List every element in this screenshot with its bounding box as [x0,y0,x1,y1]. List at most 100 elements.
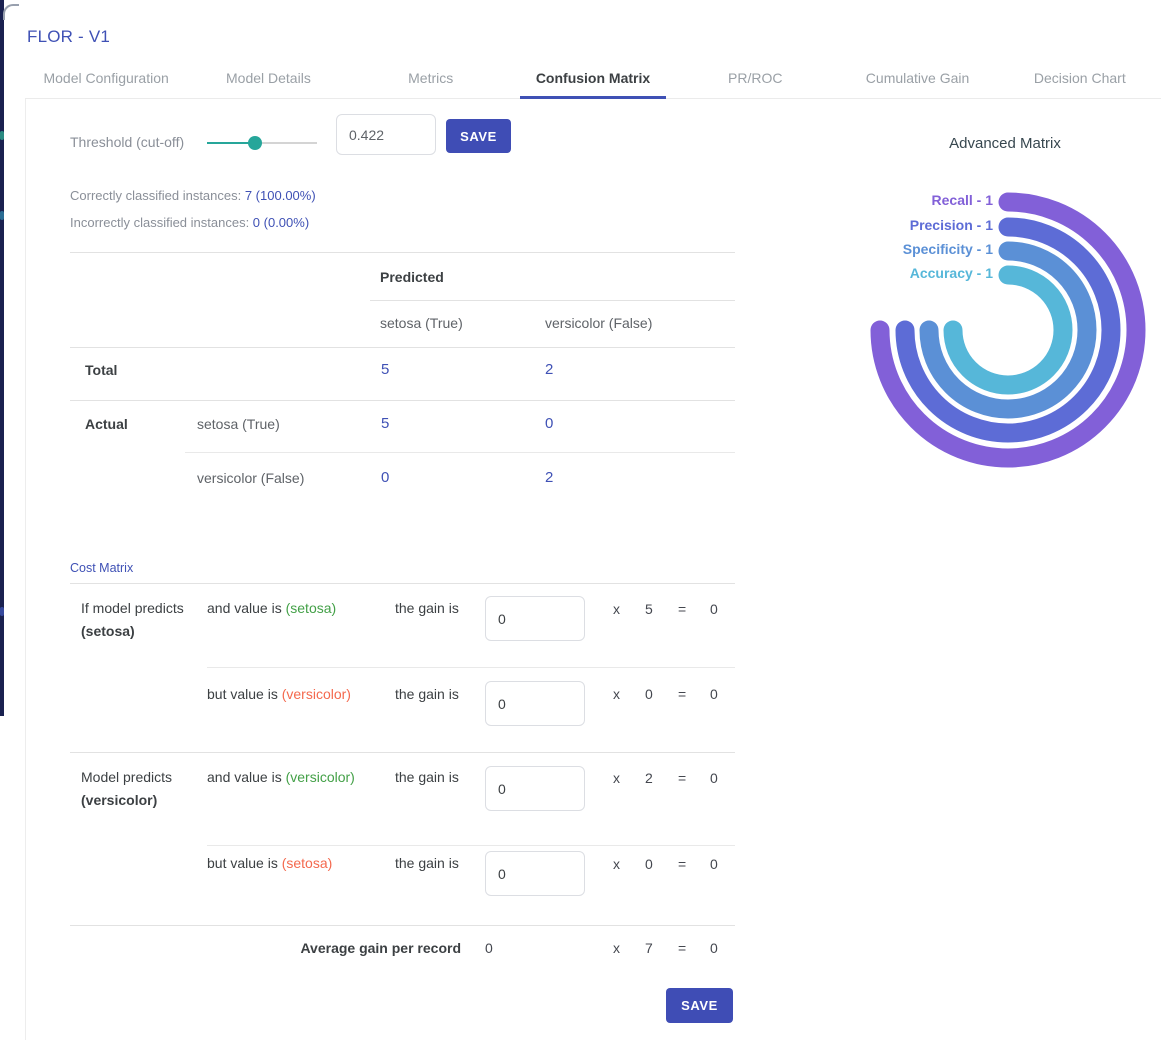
tab-metrics[interactable]: Metrics [350,58,512,98]
cost-row1-equals: = [678,601,686,617]
card-corner-decoration [3,4,19,20]
app-window: FLOR - V1 Model Configuration Model Deta… [0,0,1161,1040]
cost-row2-count: 0 [645,686,653,702]
threshold-label: Threshold (cut-off) [70,134,184,150]
cost-row1-condition-class: (setosa) [286,600,337,616]
cost-row3-subject-line2: (versicolor) [81,792,157,808]
tab-pr-roc[interactable]: PR/ROC [674,58,836,98]
average-equals: = [678,940,686,956]
col-header-setosa-true: setosa (True) [380,315,463,331]
incorrect-instances-value: 0 (0.00%) [253,215,309,230]
tab-model-details[interactable]: Model Details [187,58,349,98]
table-divider [370,300,735,301]
cost-row2-result: 0 [710,686,718,702]
actual-setosa-true-value: 5 [381,415,389,432]
cost-row1-count: 5 [645,601,653,617]
cost-row4-result: 0 [710,856,718,872]
table-divider [70,400,735,401]
cost-matrix-save-button[interactable]: SAVE [666,988,733,1023]
incorrect-instances-label: Incorrectly classified instances: [70,215,253,230]
cost-row4-gain-label: the gain is [395,855,459,871]
cost-row2-gain-label: the gain is [395,686,459,702]
correct-instances-line: Correctly classified instances: 7 (100.0… [70,188,316,203]
cost-row2-condition-prefix: but value is [207,686,282,702]
cost-row1-gain-input[interactable] [485,596,585,641]
sidebar-sliver [0,0,4,716]
total-false-value: 2 [545,361,553,378]
cost-row1-times: x [613,601,620,617]
table-divider [70,583,735,584]
tab-decision-chart[interactable]: Decision Chart [999,58,1161,98]
tab-bar: Model Configuration Model Details Metric… [25,58,1161,99]
advanced-matrix-radial-chart [858,180,1158,480]
cost-row2-times: x [613,686,620,702]
cost-row4-equals: = [678,856,686,872]
cost-row3-count: 2 [645,770,653,786]
cost-row3-condition-class: (versicolor) [286,769,355,785]
table-divider [70,752,735,753]
advanced-matrix-title: Advanced Matrix [880,135,1130,152]
total-true-value: 5 [381,361,389,378]
cost-row4-condition-class: (setosa) [282,855,333,871]
cost-row3-condition: and value is (versicolor) [207,769,355,785]
table-divider [70,925,735,926]
threshold-save-button[interactable]: SAVE [446,119,511,153]
col-header-versicolor-false: versicolor (False) [545,315,652,331]
cost-row2-condition: but value is (versicolor) [207,686,351,702]
cost-row4-condition-prefix: but value is [207,855,282,871]
cost-row3-equals: = [678,770,686,786]
average-gain-value: 0 [485,940,493,956]
cost-row4-count: 0 [645,856,653,872]
actual-row-header: Actual [85,416,128,432]
cost-row2-equals: = [678,686,686,702]
cost-row4-times: x [613,856,620,872]
cost-row1-gain-label: the gain is [395,600,459,616]
cost-row3-condition-prefix: and value is [207,769,286,785]
table-divider [70,252,735,253]
table-divider [185,452,735,453]
cost-row1-condition-prefix: and value is [207,600,286,616]
table-divider [207,845,735,846]
sidebar-mini-icon [0,211,4,220]
tab-cumulative-gain[interactable]: Cumulative Gain [836,58,998,98]
actual-versicolor-true-value: 0 [381,469,389,486]
cost-row1-subject-line1: If model predicts [81,600,184,616]
table-divider [207,667,735,668]
sidebar-mini-icon [0,131,4,140]
average-count: 7 [645,940,653,956]
cost-row3-subject-line1: Model predicts [81,769,172,785]
tab-model-configuration[interactable]: Model Configuration [25,58,187,98]
actual-setosa-false-value: 0 [545,415,553,432]
radial-arc-accuracy [953,275,1063,385]
predicted-header: Predicted [380,269,444,285]
cost-row2-condition-class: (versicolor) [282,686,351,702]
cost-row3-gain-label: the gain is [395,769,459,785]
cost-row1-result: 0 [710,601,718,617]
total-row-header: Total [85,362,117,378]
content-left-border [25,99,26,1040]
average-gain-label: Average gain per record [240,940,461,956]
average-times: x [613,940,620,956]
actual-versicolor-false-value: 2 [545,469,553,486]
tab-confusion-matrix[interactable]: Confusion Matrix [512,58,674,98]
cost-row3-times: x [613,770,620,786]
correct-instances-label: Correctly classified instances: [70,188,245,203]
sidebar-mini-icon [0,607,4,616]
threshold-input[interactable] [336,114,436,155]
cost-row2-gain-input[interactable] [485,681,585,726]
cost-row1-condition: and value is (setosa) [207,600,336,616]
correct-instances-value: 7 (100.00%) [245,188,316,203]
incorrect-instances-line: Incorrectly classified instances: 0 (0.0… [70,215,309,230]
cost-row4-condition: but value is (setosa) [207,855,332,871]
slider-thumb[interactable] [248,136,262,150]
cost-matrix-title: Cost Matrix [70,561,133,575]
threshold-slider[interactable] [207,135,317,151]
page-title: FLOR - V1 [27,27,110,47]
table-divider [70,347,735,348]
average-result: 0 [710,940,718,956]
cost-row4-gain-input[interactable] [485,851,585,896]
cost-row3-gain-input[interactable] [485,766,585,811]
actual-versicolor-label: versicolor (False) [197,470,304,486]
cost-row1-subject-line2: (setosa) [81,623,135,639]
radial-arc-recall [880,202,1136,458]
